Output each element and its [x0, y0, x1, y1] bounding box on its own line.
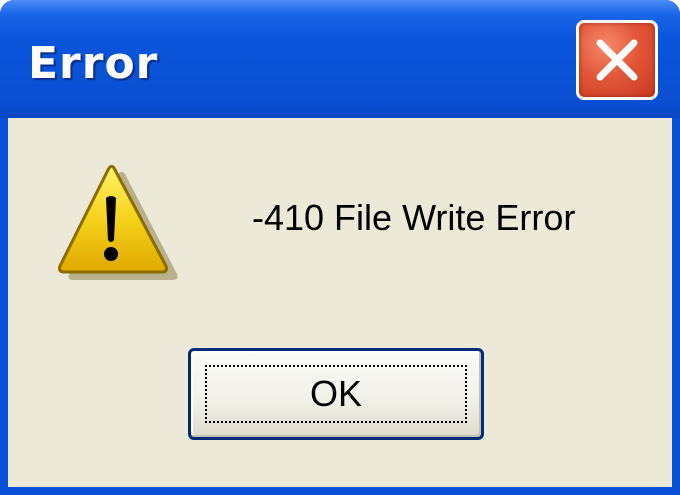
- close-x-icon: [596, 39, 638, 81]
- error-message: -410 File Write Error: [252, 197, 576, 238]
- close-button[interactable]: [576, 20, 658, 100]
- dialog-body: -410 File Write Error OK: [8, 118, 672, 487]
- ok-button-label: OK: [309, 373, 362, 414]
- ok-button[interactable]: OK: [188, 348, 484, 440]
- window-title: Error: [28, 38, 159, 89]
- warning-icon: [58, 164, 178, 280]
- error-dialog-window: Error -410 File Write Error OK: [0, 0, 680, 495]
- title-bar[interactable]: Error: [0, 0, 680, 118]
